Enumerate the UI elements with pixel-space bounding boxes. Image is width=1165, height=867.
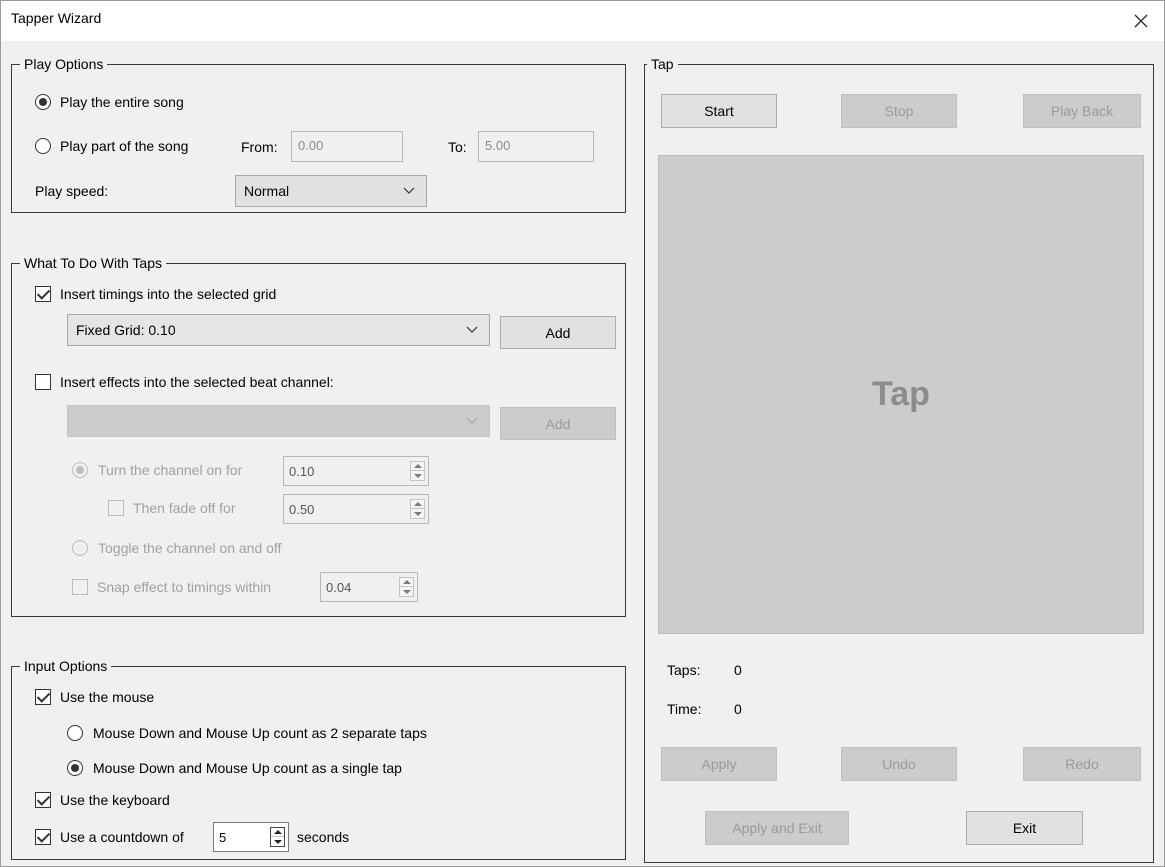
spin-up-icon[interactable] <box>271 828 284 837</box>
to-input[interactable]: 5.00 <box>478 131 594 162</box>
turn-channel-on-radio[interactable] <box>72 462 88 478</box>
insert-timings-label: Insert timings into the selected grid <box>60 286 277 302</box>
snap-effect-checkbox[interactable] <box>72 579 88 595</box>
from-input[interactable]: 0.00 <box>291 131 403 162</box>
time-value: 0 <box>734 701 742 717</box>
chevron-down-icon <box>402 176 416 206</box>
spinner-arrows[interactable] <box>399 577 414 597</box>
redo-button[interactable]: Redo <box>1023 747 1141 781</box>
countdown-spinner[interactable]: 5 <box>213 822 289 852</box>
use-mouse-label: Use the mouse <box>60 689 155 705</box>
countdown-value: 5 <box>219 830 227 845</box>
from-label: From: <box>241 139 278 155</box>
spin-up-icon[interactable] <box>400 578 413 587</box>
window-title: Tapper Wizard <box>11 10 102 26</box>
add-grid-button[interactable]: Add <box>500 316 616 349</box>
use-keyboard-label: Use the keyboard <box>60 792 170 808</box>
mouse-separate-taps-radio[interactable] <box>67 725 83 741</box>
mouse-separate-taps-label: Mouse Down and Mouse Up count as 2 separ… <box>93 725 427 741</box>
insert-effects-checkbox[interactable] <box>35 374 51 390</box>
play-part-song-radio[interactable] <box>35 138 51 154</box>
tap-panel-legend: Tap <box>647 55 678 73</box>
mouse-single-tap-radio[interactable] <box>67 760 83 776</box>
fade-off-checkbox[interactable] <box>108 500 124 516</box>
spinner-arrows[interactable] <box>270 827 285 847</box>
grid-select[interactable]: Fixed Grid: 0.10 <box>67 314 490 346</box>
spin-down-icon[interactable] <box>400 587 413 596</box>
close-button[interactable] <box>1118 1 1164 41</box>
snap-effect-value: 0.04 <box>326 580 352 595</box>
play-speed-value: Normal <box>244 183 290 199</box>
turn-channel-on-label: Turn the channel on for <box>98 462 243 478</box>
countdown-label: Use a countdown of <box>60 829 184 845</box>
spin-up-icon[interactable] <box>411 462 424 471</box>
close-icon <box>1134 14 1148 28</box>
spinner-arrows[interactable] <box>410 499 425 519</box>
turn-on-duration-spinner[interactable]: 0.10 <box>283 456 429 486</box>
spin-down-icon[interactable] <box>411 471 424 480</box>
tapper-wizard-window: Tapper Wizard Play Options Play the enti… <box>0 0 1165 867</box>
mouse-single-tap-label: Mouse Down and Mouse Up count as a singl… <box>93 760 402 776</box>
to-label: To: <box>448 139 467 155</box>
play-back-button[interactable]: Play Back <box>1023 94 1141 128</box>
spin-down-icon[interactable] <box>271 837 284 846</box>
chevron-down-icon <box>465 406 479 436</box>
taps-count-label: Taps: <box>667 662 701 678</box>
spin-up-icon[interactable] <box>411 500 424 509</box>
play-part-song-label: Play part of the song <box>60 138 189 154</box>
toggle-channel-radio[interactable] <box>72 540 88 556</box>
fade-off-label: Then fade off for <box>133 500 236 516</box>
play-entire-song-radio[interactable] <box>35 94 51 110</box>
snap-effect-label: Snap effect to timings within <box>97 579 272 595</box>
exit-button[interactable]: Exit <box>966 811 1083 845</box>
taps-count-value: 0 <box>734 662 742 678</box>
turn-on-duration-value: 0.10 <box>289 464 315 479</box>
apply-button[interactable]: Apply <box>661 747 777 781</box>
chevron-down-icon <box>465 315 479 345</box>
play-options-legend: Play Options <box>20 55 108 73</box>
insert-effects-label: Insert effects into the selected beat ch… <box>60 374 334 390</box>
apply-and-exit-button[interactable]: Apply and Exit <box>705 811 849 845</box>
toggle-channel-label: Toggle the channel on and off <box>98 540 282 556</box>
spinner-arrows[interactable] <box>410 461 425 481</box>
stop-button[interactable]: Stop <box>841 94 957 128</box>
insert-timings-checkbox[interactable] <box>35 286 51 302</box>
grid-value: Fixed Grid: 0.10 <box>76 322 176 338</box>
use-mouse-checkbox[interactable] <box>35 689 51 705</box>
input-options-legend: Input Options <box>20 657 112 675</box>
use-keyboard-checkbox[interactable] <box>35 792 51 808</box>
snap-effect-spinner[interactable]: 0.04 <box>320 572 418 602</box>
fade-off-value: 0.50 <box>289 502 315 517</box>
play-entire-song-label: Play the entire song <box>60 94 184 110</box>
countdown-checkbox[interactable] <box>35 829 51 845</box>
spin-down-icon[interactable] <box>411 509 424 518</box>
time-label: Time: <box>667 701 702 717</box>
effects-select[interactable] <box>67 405 490 437</box>
start-button[interactable]: Start <box>661 94 777 128</box>
play-speed-label: Play speed: <box>35 183 109 199</box>
tap-area-button[interactable]: Tap <box>658 155 1144 634</box>
taps-legend: What To Do With Taps <box>20 254 166 272</box>
undo-button[interactable]: Undo <box>841 747 957 781</box>
play-speed-select[interactable]: Normal <box>235 175 427 207</box>
title-bar: Tapper Wizard <box>1 1 1164 41</box>
add-effect-button[interactable]: Add <box>500 407 616 440</box>
fade-off-spinner[interactable]: 0.50 <box>283 494 429 524</box>
seconds-label: seconds <box>297 829 350 845</box>
